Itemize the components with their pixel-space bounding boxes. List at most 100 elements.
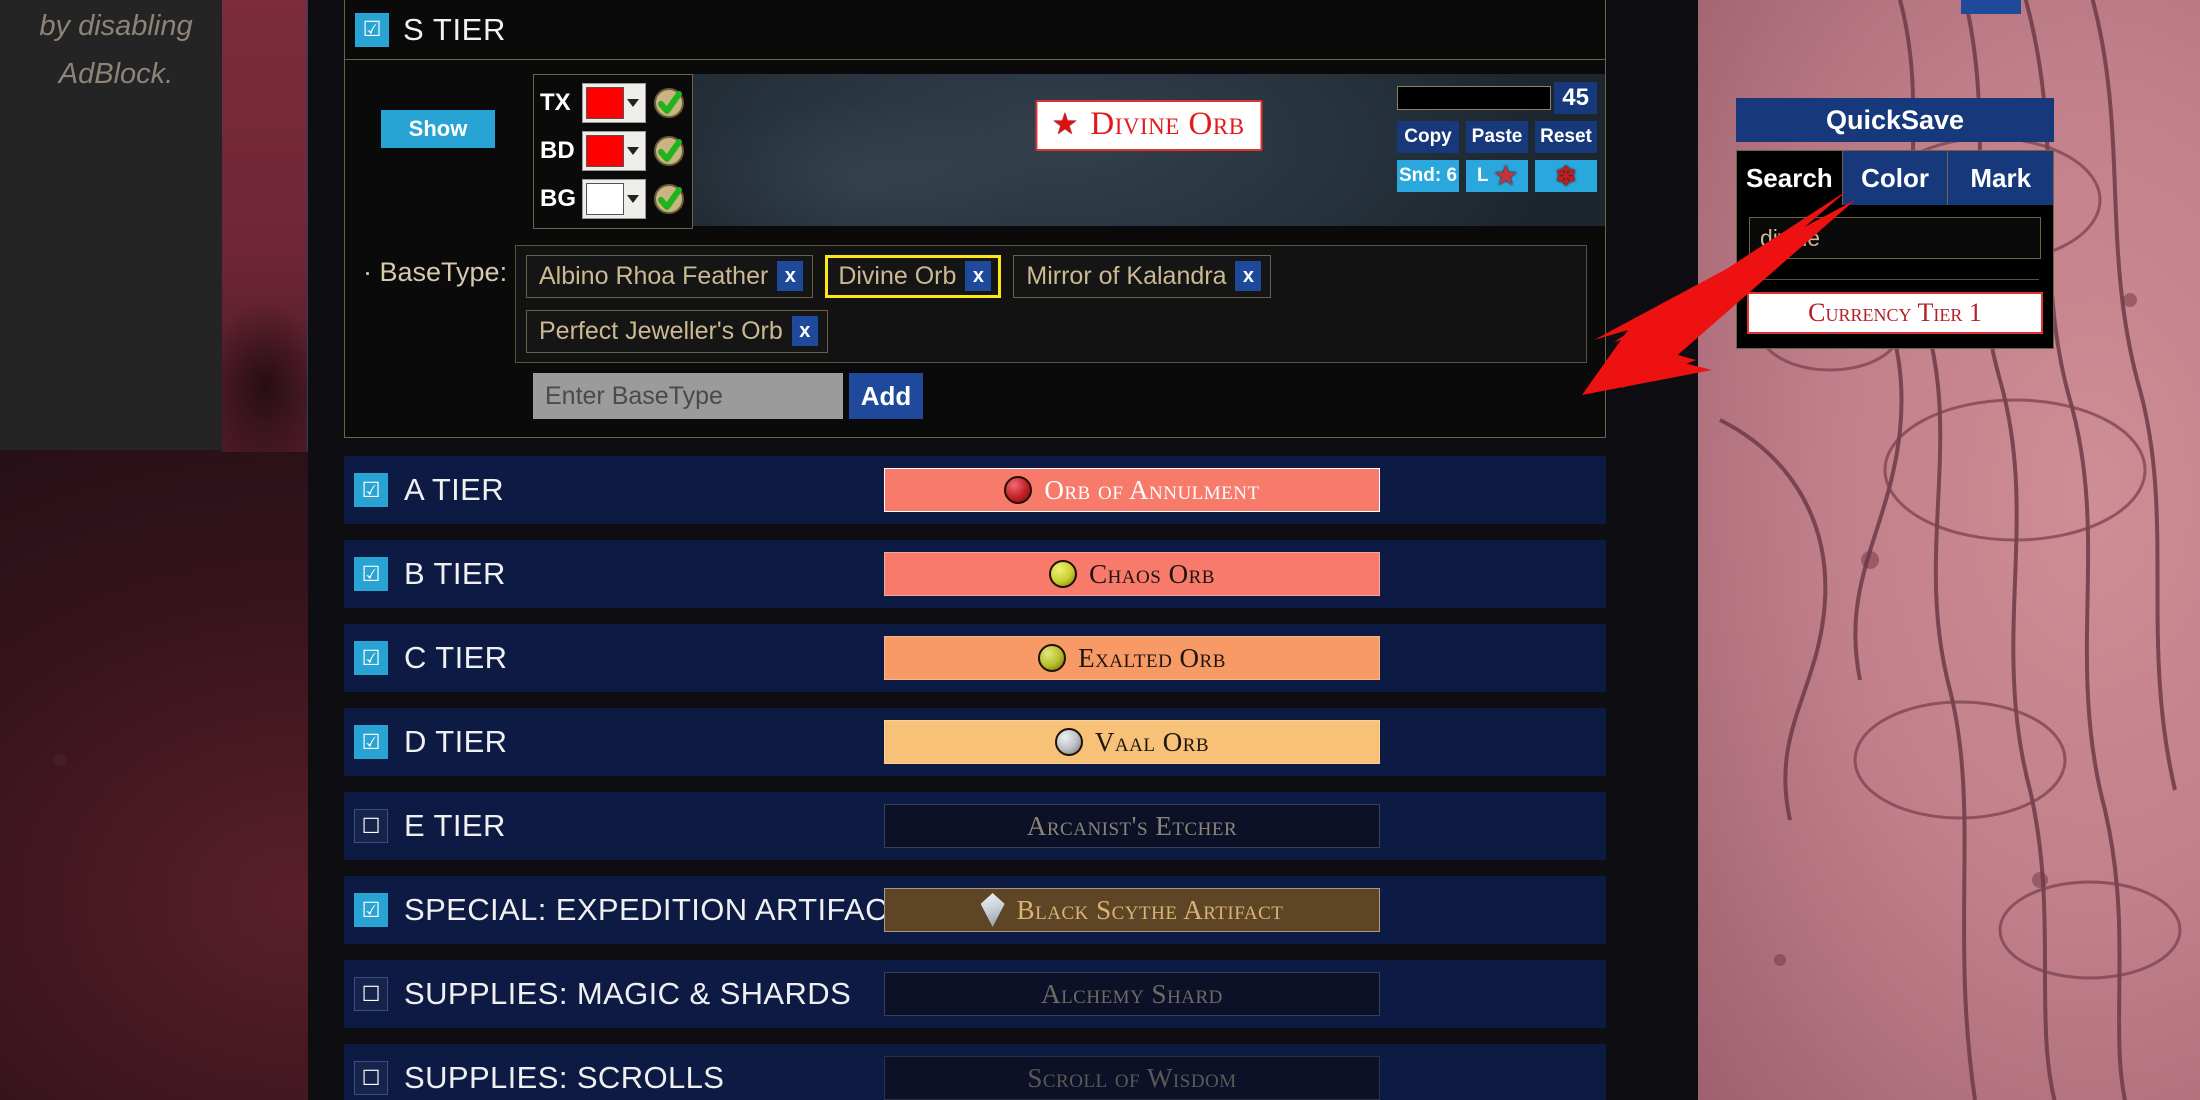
orb-icon <box>1038 644 1067 672</box>
tier-row-preview[interactable]: Black Scythe Artifact <box>884 888 1380 932</box>
tier-row-name: A TIER <box>404 472 505 507</box>
basetype-tag-remove-button[interactable]: x <box>1235 261 1262 291</box>
tier-row[interactable]: ☑ C TIER Exalted Orb <box>344 624 1606 692</box>
beam-button[interactable]: ❄ <box>1535 160 1597 192</box>
tier-card-header[interactable]: ☑ S TIER <box>345 0 1605 60</box>
tier-enable-checkbox[interactable]: ☐ <box>354 977 388 1011</box>
tier-row-item-name: Alchemy Shard <box>1041 978 1223 1009</box>
side-panel-padding <box>1737 334 2053 348</box>
basetype-tag[interactable]: Mirror of Kalandra x <box>1013 255 1272 298</box>
tier-row-name: E TIER <box>404 808 506 843</box>
tier-row-item-name: Arcanist's Etcher <box>1026 810 1238 841</box>
quicksave-button[interactable]: QuickSave <box>1736 98 2054 142</box>
color-row-bg: BG <box>540 175 686 223</box>
reset-button[interactable]: Reset <box>1535 121 1597 153</box>
paste-button[interactable]: Paste <box>1466 121 1528 153</box>
color-row-tx: TX <box>540 79 686 127</box>
adblock-notice-panel: by disabling AdBlock. <box>0 0 222 450</box>
tab-color[interactable]: Color <box>1842 151 1949 205</box>
tier-row-preview[interactable]: Alchemy Shard <box>884 972 1380 1016</box>
checkbox-unchecked-icon: ☐ <box>361 982 381 1006</box>
color-enabled-check-icon-bd[interactable] <box>652 134 686 168</box>
copy-button[interactable]: Copy <box>1397 121 1459 153</box>
tier-row-item-name: Orb of Annulment <box>1044 474 1260 505</box>
tier-enable-checkbox[interactable]: ☑ <box>354 725 388 759</box>
item-preview-name: Divine Orb <box>1090 106 1245 142</box>
tier-row[interactable]: ☑ B TIER Chaos Orb <box>344 540 1606 608</box>
search-result-item[interactable]: Currency Tier 1 <box>1747 292 2043 334</box>
basetype-tag-remove-button[interactable]: x <box>777 261 804 291</box>
orb-icon <box>1004 476 1033 504</box>
checkbox-checked-icon: ☑ <box>361 562 381 586</box>
minimap-icon-button[interactable]: L ★ <box>1466 160 1528 192</box>
tier-enable-checkbox[interactable]: ☑ <box>354 893 388 927</box>
tier-row-item-name: Chaos Orb <box>1089 558 1215 589</box>
red-star-icon: ★ <box>1051 107 1079 141</box>
tier-row[interactable]: ☐ SUPPLIES: MAGIC & SHARDS Alchemy Shard <box>344 960 1606 1028</box>
gem-icon <box>980 893 1005 927</box>
tab-mark[interactable]: Mark <box>1948 151 2054 205</box>
basetype-tag-label: Albino Rhoa Feather <box>539 261 769 290</box>
tier-row-preview[interactable]: Exalted Orb <box>884 636 1380 680</box>
tier-enable-checkbox[interactable]: ☑ <box>354 473 388 507</box>
font-size-slider-row: 45 <box>1397 82 1597 114</box>
color-swatch-tx[interactable] <box>586 87 624 119</box>
tier-row-name: SPECIAL: EXPEDITION ARTIFACTS <box>404 892 929 927</box>
tier-row[interactable]: ☐ E TIER Arcanist's Etcher <box>344 792 1606 860</box>
basetype-label: · BaseType: <box>363 257 508 287</box>
tier-enable-checkbox[interactable]: ☑ <box>355 12 389 47</box>
sound-button[interactable]: Snd: 6 <box>1397 160 1459 192</box>
tier-row-name: SUPPLIES: SCROLLS <box>404 1060 725 1095</box>
tier-row-name: D TIER <box>404 724 508 759</box>
basetype-tag-remove-button[interactable]: x <box>965 261 992 291</box>
basetype-tag[interactable]: Perfect Jeweller's Orb x <box>526 310 828 353</box>
tier-row-item-name: Exalted Orb <box>1078 642 1226 673</box>
basetype-add-button[interactable]: Add <box>849 373 923 419</box>
color-swatch-bg[interactable] <box>586 183 624 215</box>
color-select-bd[interactable] <box>582 131 646 171</box>
tier-row-preview[interactable]: Orb of Annulment <box>884 468 1380 512</box>
basetype-tag[interactable]: Albino Rhoa Feather x <box>526 255 814 298</box>
basetype-tag-remove-button[interactable]: x <box>791 316 818 346</box>
color-enabled-check-icon-tx[interactable] <box>652 86 686 120</box>
tier-row-preview[interactable]: Vaal Orb <box>884 720 1380 764</box>
basetype-tag-label: Divine Orb <box>838 261 957 290</box>
basetype-tag-selected[interactable]: Divine Orb x <box>825 255 1002 298</box>
tier-enable-checkbox[interactable]: ☑ <box>354 557 388 591</box>
color-picker-group: TX BD BG <box>533 74 693 229</box>
color-select-bg[interactable] <box>582 179 646 219</box>
search-result-label: Currency Tier 1 <box>1808 298 1982 327</box>
checkbox-unchecked-icon: ☐ <box>361 814 381 838</box>
tier-row-preview[interactable]: Arcanist's Etcher <box>884 804 1380 848</box>
basetype-input[interactable] <box>533 373 843 419</box>
chevron-down-icon <box>627 195 639 203</box>
font-size-value: 45 <box>1554 82 1597 114</box>
tier-enable-checkbox[interactable]: ☐ <box>354 809 388 843</box>
checkbox-checked-icon: ☑ <box>361 646 381 670</box>
tab-search[interactable]: Search <box>1737 151 1843 205</box>
chevron-down-icon <box>627 99 639 107</box>
font-size-slider[interactable] <box>1397 86 1552 110</box>
tier-row-name: B TIER <box>404 556 506 591</box>
tier-row-name: C TIER <box>404 640 508 675</box>
orb-icon <box>1049 560 1078 588</box>
show-toggle-button[interactable]: Show <box>381 110 495 148</box>
tier-row-preview[interactable]: Scroll of Wisdom <box>884 1056 1380 1100</box>
side-panel-tabbox: Search Color Mark Currency Tier 1 <box>1736 150 2054 349</box>
search-input[interactable] <box>1749 217 2041 259</box>
tier-row[interactable]: ☐ SUPPLIES: SCROLLS Scroll of Wisdom <box>344 1044 1606 1100</box>
top-toolbar-button[interactable] <box>1961 0 2021 14</box>
app-root: by disabling AdBlock. ☑ S TIER Show TX B… <box>0 0 2200 1100</box>
basetype-tag-label: Mirror of Kalandra <box>1026 261 1227 290</box>
tier-row[interactable]: ☑ A TIER Orb of Annulment <box>344 456 1606 524</box>
color-enabled-check-icon-bg[interactable] <box>652 182 686 216</box>
color-swatch-bd[interactable] <box>586 135 624 167</box>
basetype-section: · BaseType: Albino Rhoa Feather x Divine… <box>345 245 1605 363</box>
tier-row-preview[interactable]: Chaos Orb <box>884 552 1380 596</box>
color-select-tx[interactable] <box>582 83 646 123</box>
tier-row[interactable]: ☑ SPECIAL: EXPEDITION ARTIFACTS Black Sc… <box>344 876 1606 944</box>
tier-enable-checkbox[interactable]: ☑ <box>354 641 388 675</box>
tier-enable-checkbox[interactable]: ☐ <box>354 1061 388 1095</box>
color-label-bd: BD <box>540 137 575 164</box>
tier-row[interactable]: ☑ D TIER Vaal Orb <box>344 708 1606 776</box>
